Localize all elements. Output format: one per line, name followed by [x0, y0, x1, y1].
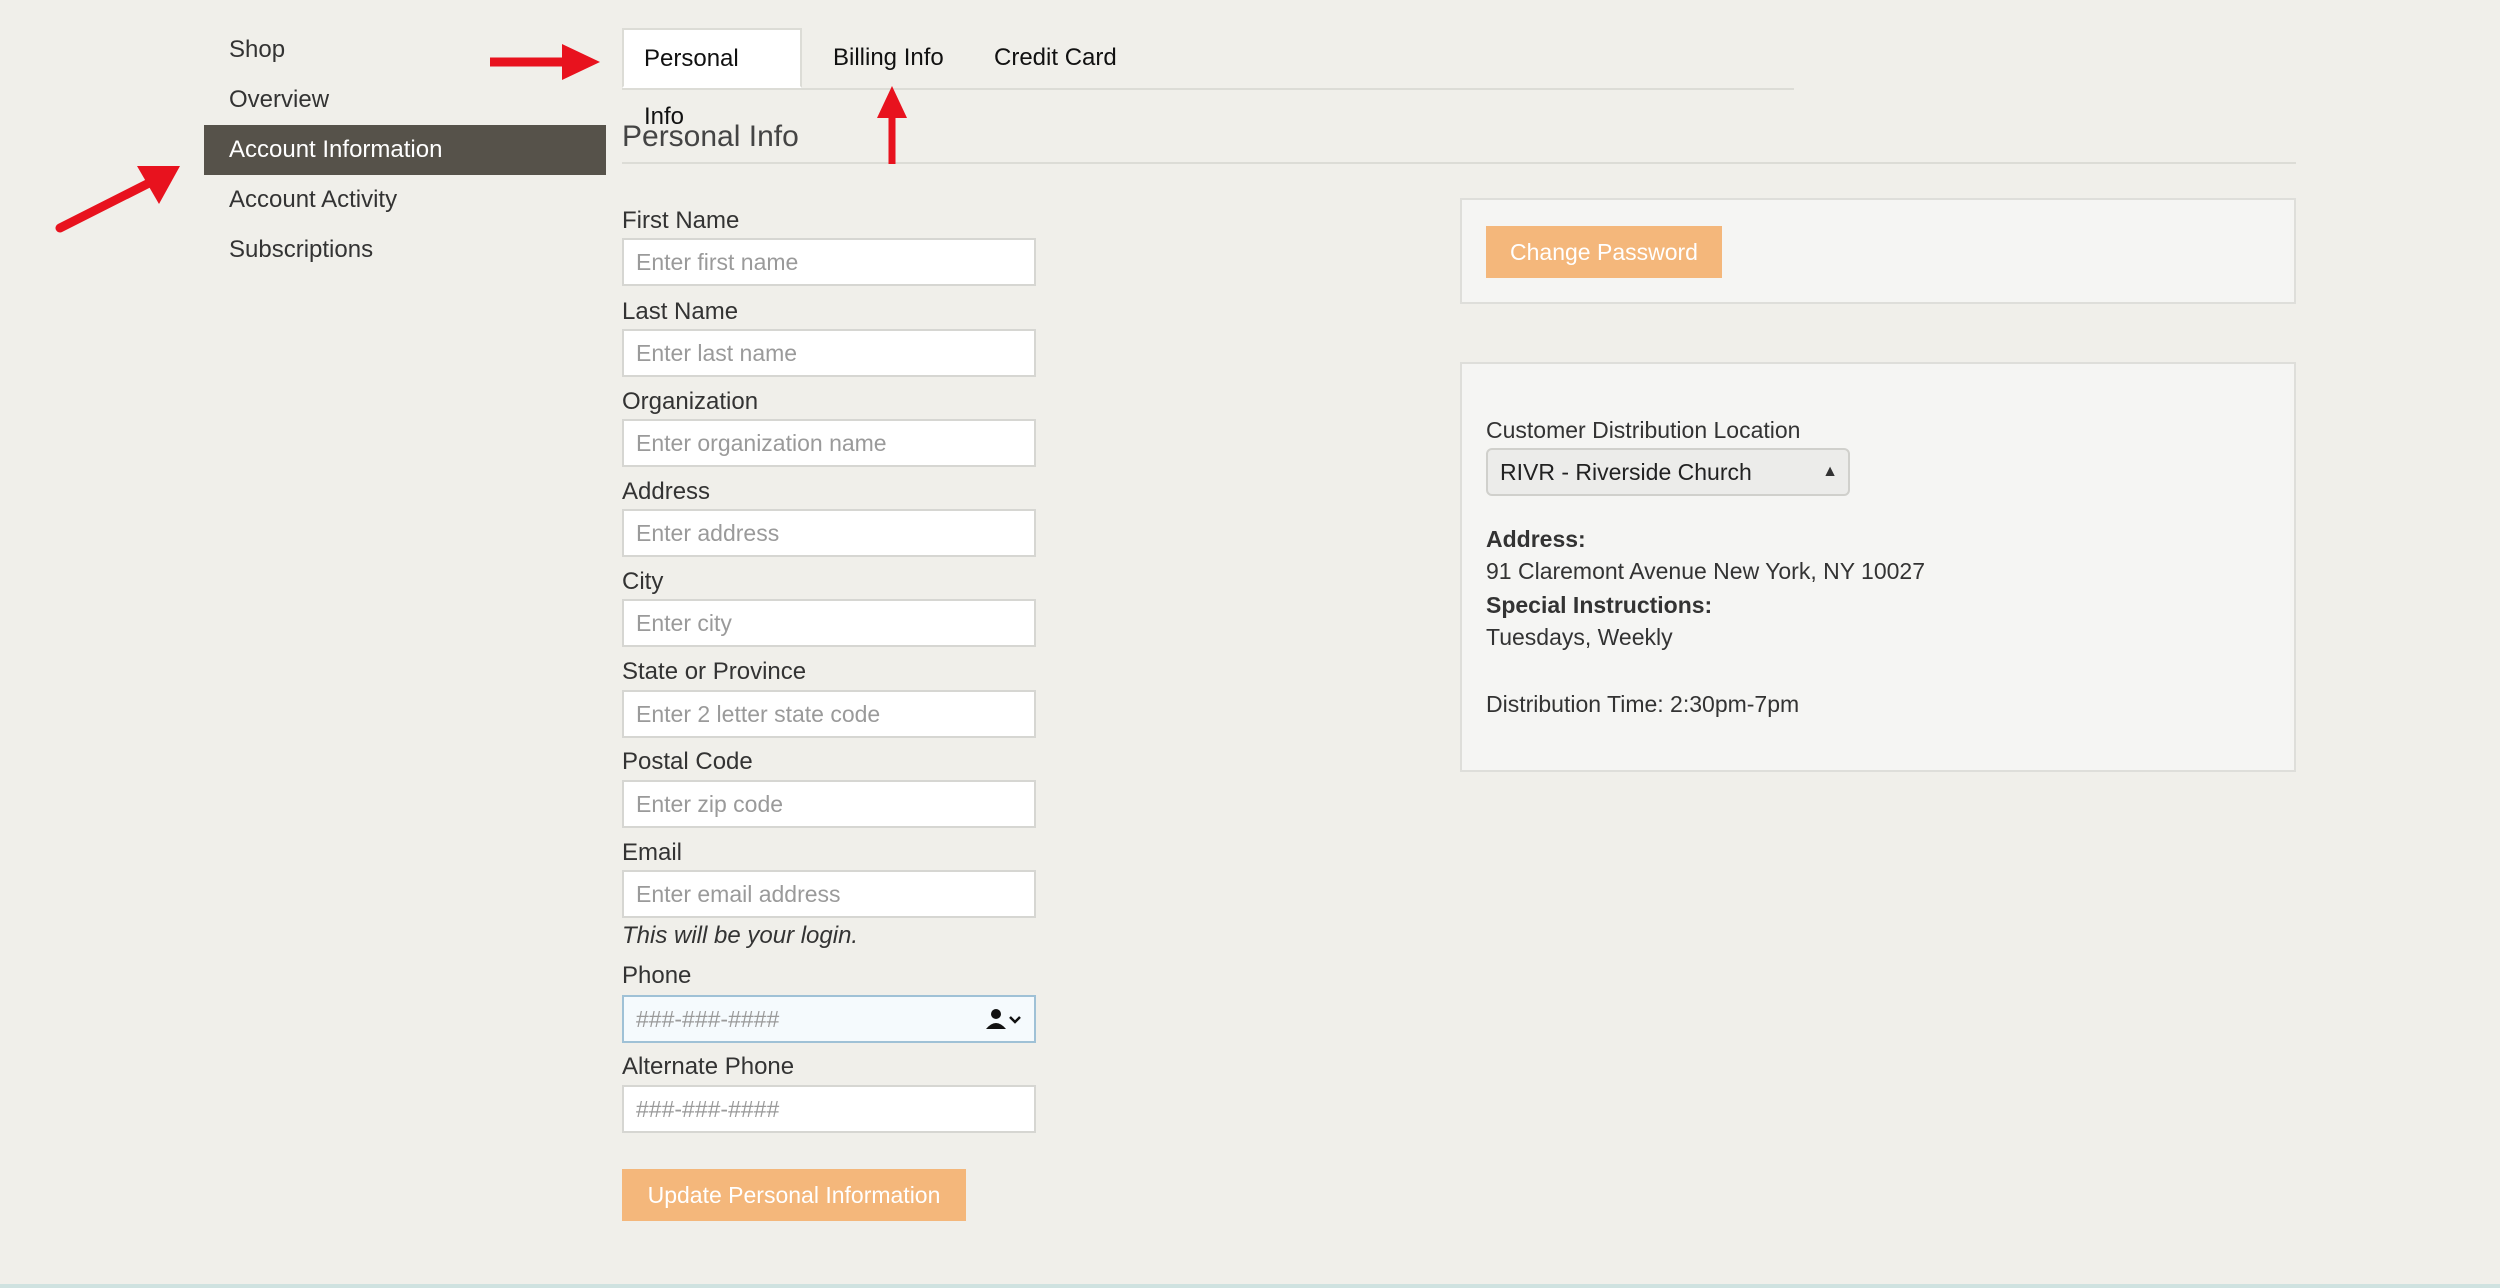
change-password-button[interactable]: Change Password	[1486, 226, 1722, 278]
postal-code-input[interactable]	[622, 780, 1036, 828]
footer-divider	[0, 1284, 2500, 1288]
distribution-location-value: RIVR - Riverside Church	[1500, 459, 1752, 485]
distribution-location-panel: Customer Distribution Location RIVR - Ri…	[1460, 362, 2296, 772]
city-label: City	[622, 568, 664, 595]
annotation-arrow-tab	[490, 44, 600, 80]
first-name-input[interactable]	[622, 238, 1036, 286]
postal-code-label: Postal Code	[622, 748, 753, 775]
organization-input[interactable]	[622, 419, 1036, 467]
special-instructions-heading: Special Instructions:	[1486, 592, 1713, 618]
address-heading: Address:	[1486, 526, 1586, 552]
phone-input[interactable]	[622, 995, 1036, 1043]
state-input[interactable]	[622, 690, 1036, 738]
organization-label: Organization	[622, 388, 759, 415]
phone-label: Phone	[622, 962, 692, 989]
first-name-label: First Name	[622, 207, 740, 234]
tab-billing-info[interactable]: Billing Info	[833, 28, 944, 88]
alternate-phone-input[interactable]	[622, 1085, 1036, 1133]
tab-credit-card[interactable]: Credit Card	[994, 28, 1117, 88]
sidebar-item-account-information[interactable]: Account Information	[204, 125, 606, 175]
annotation-arrow-sidebar	[55, 166, 180, 233]
last-name-label: Last Name	[622, 298, 739, 325]
password-panel: Change Password	[1460, 198, 2296, 304]
contact-autofill-icon[interactable]	[982, 997, 1026, 1041]
sidebar-item-subscriptions[interactable]: Subscriptions	[204, 225, 606, 275]
distribution-location-select[interactable]: RIVR - Riverside Church ▲	[1486, 448, 1850, 496]
special-instructions-value: Tuesdays, Weekly	[1486, 624, 1673, 650]
tab-bar: Personal Info Billing Info Credit Card	[622, 28, 1794, 130]
distribution-location-label: Customer Distribution Location	[1486, 417, 1801, 443]
select-updown-icon: ▲	[1822, 463, 1838, 480]
email-input[interactable]	[622, 870, 1036, 918]
distribution-time: Distribution Time: 2:30pm-7pm	[1486, 691, 1800, 717]
address-label: Address	[622, 478, 711, 505]
annotation-arrow-billing	[877, 86, 907, 164]
email-hint: This will be your login.	[622, 922, 859, 949]
alternate-phone-label: Alternate Phone	[622, 1053, 795, 1080]
update-personal-info-button[interactable]: Update Personal Information	[622, 1169, 966, 1221]
city-input[interactable]	[622, 599, 1036, 647]
address-input[interactable]	[622, 509, 1036, 557]
last-name-input[interactable]	[622, 329, 1036, 377]
sidebar-item-account-activity[interactable]: Account Activity	[204, 175, 606, 225]
email-label: Email	[622, 839, 683, 866]
person-chevron-icon	[986, 1009, 1021, 1029]
tab-personal-info[interactable]: Personal Info	[622, 28, 802, 130]
state-label: State or Province	[622, 658, 807, 685]
address-value: 91 Claremont Avenue New York, NY 10027	[1486, 558, 1925, 584]
